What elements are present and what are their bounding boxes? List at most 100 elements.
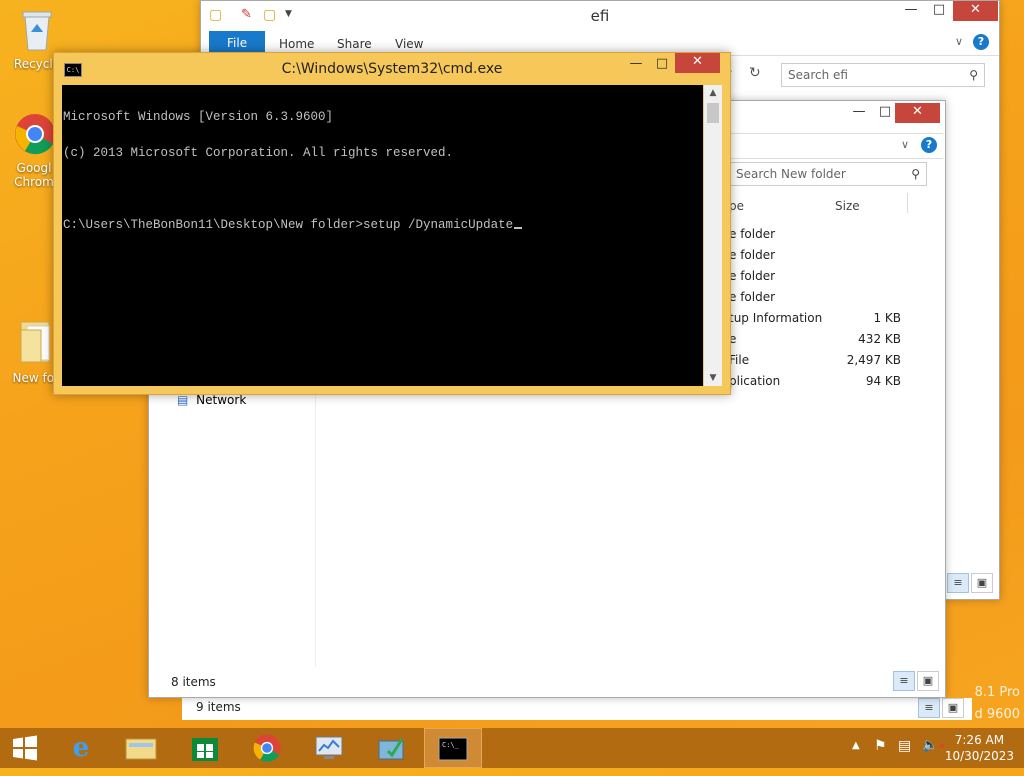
console-prompt-line: C:\Users\TheBonBon11\Desktop\New folder>… xyxy=(63,219,703,231)
file-row[interactable]: e 432 KB xyxy=(729,329,901,350)
windows-logo-icon xyxy=(13,735,37,761)
file-size-cell: 432 KB xyxy=(858,332,901,346)
volume-muted-icon[interactable]: 🔈✕ xyxy=(922,738,946,753)
minimize-button[interactable]: — xyxy=(622,55,650,75)
scroll-thumb[interactable] xyxy=(707,103,719,123)
install-icon xyxy=(378,738,404,760)
file-size-cell: 1 KB xyxy=(873,311,901,325)
nav-item-network[interactable]: ▤ Network xyxy=(177,393,246,407)
file-row[interactable]: File 2,497 KB xyxy=(729,350,901,371)
cmd-icon: C:\_ xyxy=(438,737,468,761)
column-divider xyxy=(907,193,908,213)
chrome-icon xyxy=(15,114,55,155)
large-icons-view-button[interactable]: ▣ xyxy=(917,671,939,691)
ribbon-expand-icon[interactable]: ∨ xyxy=(901,138,909,151)
file-type-cell: File xyxy=(729,353,750,367)
minimize-button[interactable]: — xyxy=(897,1,925,21)
file-type-cell: e folder xyxy=(729,248,776,262)
desktop-icon-label: Googl Chrom xyxy=(14,161,54,189)
console-output[interactable]: Microsoft Windows [Version 6.3.9600] (c)… xyxy=(62,85,703,386)
file-row[interactable]: e folder xyxy=(729,266,901,287)
maximize-button[interactable]: □ xyxy=(648,55,676,75)
windows-watermark: 8.1 Pro d 9600 xyxy=(975,682,1020,726)
start-button[interactable] xyxy=(0,728,50,768)
taskbar-cmd[interactable]: C:\_ xyxy=(424,728,482,768)
close-button[interactable]: ✕ xyxy=(953,1,998,21)
vertical-scrollbar[interactable]: ▲ ▼ xyxy=(704,85,722,386)
file-row[interactable]: plication 94 KB xyxy=(729,371,901,392)
chrome-icon xyxy=(253,734,281,762)
taskbar-app-monitor[interactable] xyxy=(300,728,358,768)
details-view-button[interactable]: ≡ xyxy=(918,698,940,718)
scroll-up-arrow[interactable]: ▲ xyxy=(704,85,722,101)
search-placeholder: Search efi xyxy=(788,68,848,82)
taskbar-internet-explorer[interactable]: e xyxy=(52,728,110,768)
cmd-window[interactable]: C:\ C:\Windows\System32\cmd.exe — □ ✕ Mi… xyxy=(53,52,731,395)
file-row[interactable]: e folder xyxy=(729,245,901,266)
file-row[interactable]: e folder xyxy=(729,287,901,308)
status-item-count: 8 items xyxy=(171,675,216,689)
close-button[interactable]: ✕ xyxy=(895,103,940,123)
store-icon xyxy=(192,738,218,761)
scroll-down-arrow[interactable]: ▼ xyxy=(704,370,722,386)
search-input[interactable]: Search New folder ⚲ xyxy=(729,162,927,186)
ribbon-bar: ∨ ? xyxy=(729,133,943,159)
action-center-flag-icon[interactable]: ⚑ xyxy=(874,738,887,754)
file-type-cell: e folder xyxy=(729,269,776,283)
ie-icon: e xyxy=(72,733,90,763)
tab-view[interactable]: View xyxy=(395,37,423,51)
ribbon-expand-icon[interactable]: ∨ xyxy=(955,35,963,48)
details-view-button[interactable]: ≡ xyxy=(893,671,915,691)
file-row[interactable]: tup Information 1 KB xyxy=(729,308,901,329)
large-icons-view-button[interactable]: ▣ xyxy=(971,573,993,593)
console-line: (c) 2013 Microsoft Corporation. All righ… xyxy=(63,146,454,160)
nav-pane-divider xyxy=(315,391,316,667)
efi-status-bar: 9 items ≡ ▣ xyxy=(182,698,972,720)
taskbar-file-explorer[interactable] xyxy=(112,728,170,768)
text-cursor xyxy=(514,227,523,229)
file-row[interactable]: e folder xyxy=(729,224,901,245)
refresh-icon[interactable]: ↻ xyxy=(749,65,761,81)
column-header-type[interactable]: pe xyxy=(729,199,744,213)
file-type-cell: plication xyxy=(729,374,781,388)
taskbar-clock[interactable]: 7:26 AM 10/30/2023 xyxy=(945,732,1014,764)
recycle-bin-icon xyxy=(22,11,52,51)
file-type-cell: e folder xyxy=(729,290,776,304)
file-size-cell: 94 KB xyxy=(865,374,901,388)
large-icons-view-button[interactable]: ▣ xyxy=(942,698,964,718)
window-title: efi xyxy=(590,7,610,25)
network-icon: ▤ xyxy=(177,393,189,407)
tab-share[interactable]: Share xyxy=(337,37,372,51)
title-bar[interactable]: C:\ C:\Windows\System32\cmd.exe — □ ✕ xyxy=(54,53,730,85)
details-view-button[interactable]: ≡ xyxy=(947,573,969,593)
taskbar-app-install[interactable] xyxy=(362,728,420,768)
console-line: Microsoft Windows [Version 6.3.9600] xyxy=(63,110,334,124)
help-icon[interactable]: ? xyxy=(921,137,937,153)
search-placeholder: Search New folder xyxy=(736,167,846,181)
taskbar-store[interactable] xyxy=(176,728,234,768)
taskbar-chrome[interactable] xyxy=(238,728,296,768)
file-type-cell: e folder xyxy=(729,227,776,241)
nav-label: Network xyxy=(196,393,247,407)
watermark-line: d 9600 xyxy=(974,707,1020,722)
maximize-button[interactable]: □ xyxy=(925,1,953,21)
svg-text:C:\_: C:\_ xyxy=(442,741,460,749)
title-bar[interactable]: ▢ ✎ ▢ ▼ efi — □ ✕ xyxy=(201,1,999,31)
search-input[interactable]: Search efi ⚲ xyxy=(781,63,985,87)
folder-icon xyxy=(20,321,50,363)
show-hidden-icons-button[interactable]: ▲ xyxy=(852,740,860,751)
taskbar: e C:\_ ▲ ⚑ ▤ 🔈✕ 7:26 AM 10/30/2023 xyxy=(0,728,1024,768)
clock-time: 7:26 AM xyxy=(954,733,1005,747)
network-icon[interactable]: ▤ xyxy=(898,738,911,754)
column-header-size[interactable]: Size xyxy=(835,199,860,213)
console-command: C:\Users\TheBonBon11\Desktop\New folder>… xyxy=(63,218,514,232)
help-icon[interactable]: ? xyxy=(973,34,989,50)
tab-home[interactable]: Home xyxy=(279,37,314,51)
minimize-button[interactable]: — xyxy=(845,103,873,123)
watermark-line: 8.1 Pro xyxy=(974,685,1020,700)
file-type-cell: tup Information xyxy=(729,311,823,325)
clock-date: 10/30/2023 xyxy=(944,749,1014,763)
monitor-icon xyxy=(315,736,343,759)
close-button[interactable]: ✕ xyxy=(675,53,720,73)
